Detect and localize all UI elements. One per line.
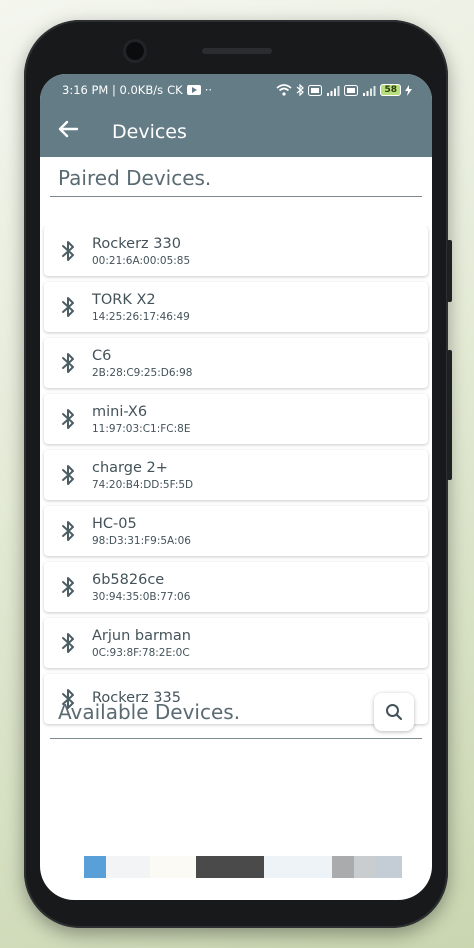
device-name: HC-05 [92, 516, 137, 532]
app-bar: Devices [40, 106, 432, 157]
page-title: Devices [112, 120, 187, 143]
device-list-item[interactable]: mini-X6 11:97:03:C1:FC:8E [44, 394, 428, 444]
device-list-item[interactable]: Arjun barman 0C:93:8F:78:2E:0C [44, 618, 428, 668]
search-icon [386, 704, 403, 721]
volte-icon-2 [344, 84, 359, 96]
device-name: Arjun barman [92, 628, 191, 644]
gesture-nav-strip [84, 856, 402, 878]
available-divider [50, 738, 422, 739]
wifi-icon [276, 84, 292, 96]
available-devices-section: Available Devices. [40, 686, 432, 739]
device-name: C6 [92, 348, 112, 364]
bluetooth-icon [44, 576, 92, 598]
device-mac-address: 00:21:6A:00:05:85 [92, 255, 191, 267]
device-list-item[interactable]: charge 2+ 74:20:B4:DD:5F:5D [44, 450, 428, 500]
phone-frame: 3:16 PM | 0.0KB/s CK ·· 58 Devices Paire… [24, 20, 452, 928]
bluetooth-icon [44, 296, 92, 318]
volume-button [447, 350, 452, 480]
device-mac-address: 98:D3:31:F9:5A:06 [92, 535, 191, 547]
device-mac-address: 74:20:B4:DD:5F:5D [92, 479, 194, 491]
device-list-item[interactable]: HC-05 98:D3:31:F9:5A:06 [44, 506, 428, 556]
power-button [447, 240, 452, 302]
carrier-icon: CK [167, 83, 183, 97]
more-dots-icon: ·· [204, 83, 212, 97]
device-mac-address: 2B:28:C9:25:D6:98 [92, 367, 193, 379]
status-bar: 3:16 PM | 0.0KB/s CK ·· 58 [40, 74, 432, 106]
device-list-item[interactable]: 6b5826ce 30:94:35:0B:77:06 [44, 562, 428, 612]
status-time: 3:16 PM | 0.0KB/s [62, 83, 164, 97]
device-name: charge 2+ [92, 460, 168, 476]
device-list-item[interactable]: Rockerz 330 00:21:6A:00:05:85 [44, 226, 428, 276]
app-screen: 3:16 PM | 0.0KB/s CK ·· 58 Devices Paire… [40, 74, 432, 900]
charging-icon [405, 84, 412, 96]
bluetooth-icon [44, 240, 92, 262]
paired-devices-heading: Paired Devices. [58, 166, 212, 190]
search-button[interactable] [374, 693, 414, 731]
bluetooth-icon [44, 520, 92, 542]
battery-icon: 58 [380, 84, 401, 96]
device-list-item[interactable]: TORK X2 14:25:26:17:46:49 [44, 282, 428, 332]
available-devices-heading: Available Devices. [58, 700, 241, 724]
device-list-item[interactable]: C6 2B:28:C9:25:D6:98 [44, 338, 428, 388]
back-arrow-icon[interactable] [58, 119, 88, 144]
bluetooth-icon [44, 464, 92, 486]
bluetooth-icon [44, 408, 92, 430]
device-mac-address: 14:25:26:17:46:49 [92, 311, 190, 323]
device-name: Rockerz 330 [92, 236, 181, 252]
device-name: 6b5826ce [92, 572, 165, 588]
paired-device-list[interactable]: Rockerz 330 00:21:6A:00:05:85 TORK X2 14:25… [40, 226, 432, 740]
device-mac-address: 30:94:35:0B:77:06 [92, 591, 191, 603]
earpiece-speaker [202, 48, 272, 54]
youtube-icon [186, 85, 201, 95]
device-name: mini-X6 [92, 404, 148, 420]
device-mac-address: 0C:93:8F:78:2E:0C [92, 647, 190, 659]
device-mac-address: 11:97:03:C1:FC:8E [92, 423, 191, 435]
bluetooth-status-icon [297, 84, 305, 96]
paired-divider [50, 196, 422, 197]
bluetooth-icon [44, 632, 92, 654]
device-name: TORK X2 [92, 292, 156, 308]
volte-icon [308, 84, 323, 96]
front-camera [126, 42, 144, 60]
bluetooth-icon [44, 352, 92, 374]
signal-icon-2 [363, 85, 376, 96]
signal-icon [327, 85, 340, 96]
